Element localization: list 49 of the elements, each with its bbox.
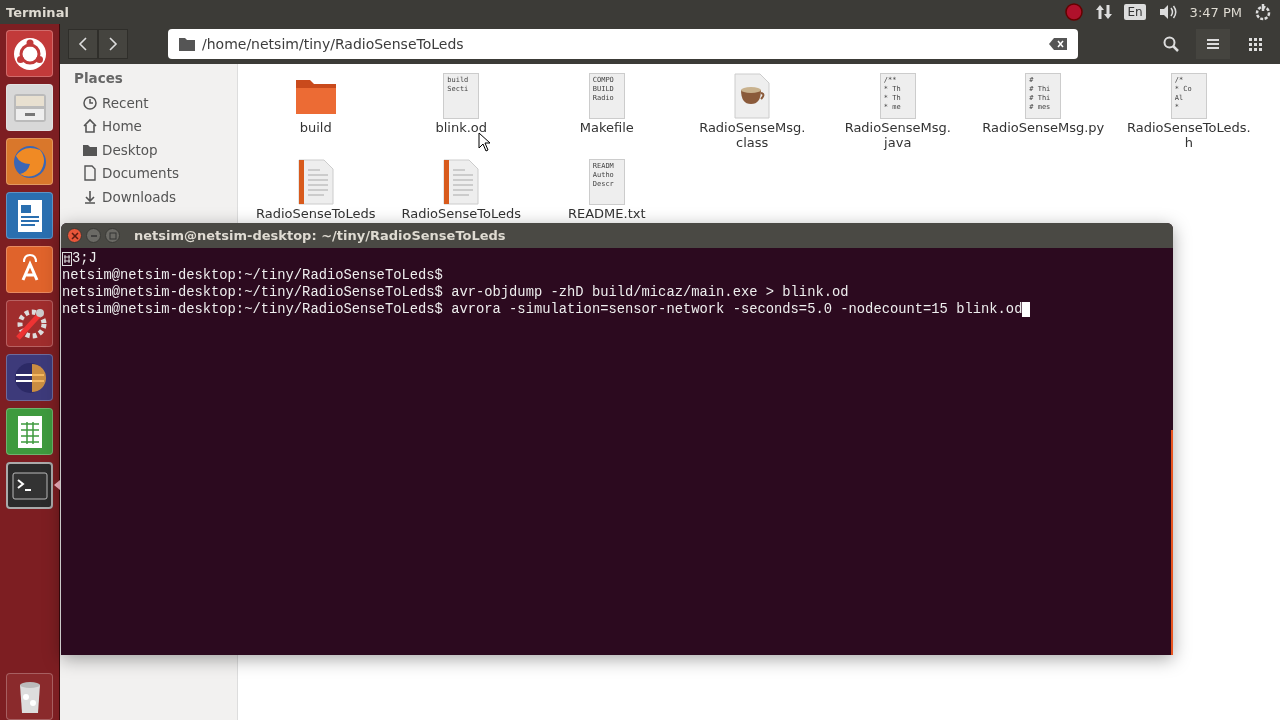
coffee-cup-file-icon	[732, 72, 773, 120]
sidebar-item[interactable]: Downloads	[74, 185, 237, 209]
document-icon	[82, 165, 98, 182]
forward-button[interactable]	[98, 29, 128, 59]
sidebar-item[interactable]: Home	[74, 114, 237, 138]
menu-button[interactable]	[1196, 29, 1230, 59]
chevron-left-icon	[78, 37, 88, 51]
trash-icon[interactable]	[6, 673, 53, 720]
document-icon[interactable]	[6, 192, 53, 239]
sidebar-item[interactable]: Documents	[74, 161, 237, 185]
network-icon[interactable]	[1096, 3, 1113, 21]
source-file-icon	[441, 158, 482, 206]
close-icon	[70, 231, 79, 240]
power-icon[interactable]	[1254, 3, 1272, 21]
clock[interactable]: 3:47 PM	[1189, 4, 1242, 20]
download-icon	[82, 188, 98, 205]
file-item[interactable]: build	[243, 72, 389, 135]
volume-icon[interactable]	[1157, 3, 1178, 21]
grid-icon	[1248, 37, 1262, 51]
window-title: Terminal	[5, 4, 69, 20]
folder-icon	[178, 36, 196, 52]
ubuntu-logo-icon[interactable]	[6, 30, 53, 77]
file-item[interactable]: RadioSenseToLeds	[243, 158, 389, 221]
location-field[interactable]: /home/netsim/tiny/RadioSenseToLeds	[168, 29, 1078, 59]
terminal-title: netsim@netsim-desktop: ~/tiny/RadioSenseToLeds	[134, 228, 506, 243]
file-item[interactable]: RadioSenseMsg. class	[679, 72, 825, 150]
clear-icon[interactable]	[1048, 37, 1068, 51]
terminal-line: netsim@netsim-desktop:~/tiny/RadioSenseToLeds$	[62, 267, 443, 284]
text-cursor	[1022, 302, 1031, 317]
chevron-right-icon	[108, 37, 118, 51]
sidebar-item[interactable]: Recent	[74, 91, 237, 115]
sidebar-heading: Places	[74, 70, 124, 86]
sidebar-item[interactable]: Desktop	[74, 138, 237, 162]
clock-icon	[82, 94, 98, 111]
mouse-pointer-icon	[478, 132, 492, 152]
home-icon	[82, 118, 98, 135]
search-icon	[1163, 36, 1179, 52]
menu-icon	[1206, 38, 1220, 50]
close-button[interactable]	[67, 228, 82, 243]
terminal-icon[interactable]	[6, 462, 53, 509]
maximize-icon	[108, 231, 117, 240]
terminal-line: netsim@netsim-desktop:~/tiny/RadioSenseToLeds$ avrora -simulation=sensor-network -seconds=5.0 -nodecount=15 blink.od	[62, 301, 1023, 318]
spreadsheet-icon[interactable]	[6, 408, 53, 455]
keyboard-indicator[interactable]: En	[1124, 4, 1146, 20]
file-item[interactable]: RadioSenseToLeds	[388, 158, 534, 221]
back-button[interactable]	[68, 29, 98, 59]
terminal-line: netsim@netsim-desktop:~/tiny/RadioSenseToLeds$ avr-objdump -zhD build/micaz/main.exe > blink.od	[62, 284, 849, 301]
terminal-line: 3;J	[72, 250, 97, 267]
source-file-icon	[295, 158, 336, 206]
